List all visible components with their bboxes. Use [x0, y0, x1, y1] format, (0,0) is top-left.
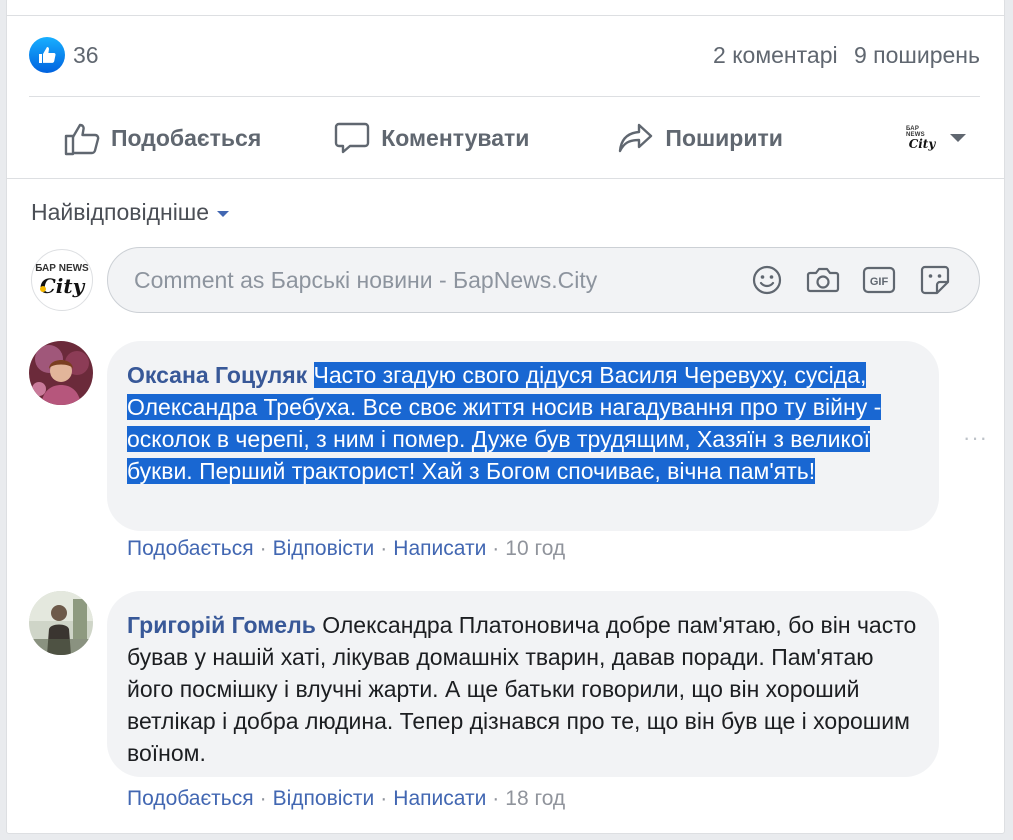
- comment-button[interactable]: Коментувати: [333, 119, 529, 157]
- comment-like-link[interactable]: Подобається: [127, 537, 254, 560]
- comment-actions: Подобається · Відповісти · Написати · 18 год: [127, 787, 566, 810]
- engagement-counts: 2 коментарі 9 поширень: [713, 42, 980, 69]
- comment-message-link[interactable]: Написати: [393, 537, 486, 560]
- comment-like-link[interactable]: Подобається: [127, 787, 254, 810]
- comment-reply-link[interactable]: Відповісти: [273, 787, 375, 810]
- emoji-icon[interactable]: [749, 262, 785, 298]
- comment-sort-dropdown[interactable]: Найвідповідніше: [31, 199, 230, 226]
- divider: [7, 15, 1004, 16]
- share-button[interactable]: Поширити: [617, 119, 783, 157]
- comment-author-link[interactable]: Оксана Гоцуляк: [127, 362, 307, 388]
- page-identity-switcher[interactable]: БАР NEWS City: [906, 122, 966, 154]
- comment-composer: GIF: [107, 247, 980, 313]
- comment: Оксана Гоцуляк Часто згадую свого дідуся…: [29, 341, 987, 573]
- comment-actions: Подобається · Відповісти · Написати · 10 год: [127, 537, 566, 560]
- chevron-down-icon: [950, 134, 966, 142]
- comment-reply-link[interactable]: Відповісти: [273, 537, 375, 560]
- shares-count-link[interactable]: 9 поширень: [854, 42, 980, 68]
- comment-author-link[interactable]: Григорій Гомель: [127, 612, 316, 638]
- comment-timestamp[interactable]: 10 год: [505, 537, 565, 560]
- share-button-label: Поширити: [665, 124, 783, 151]
- comment-timestamp[interactable]: 18 год: [505, 787, 565, 810]
- comment-bubble: Оксана Гоцуляк Часто згадую свого дідуся…: [107, 341, 939, 531]
- comments-count-link[interactable]: 2 коментарі: [713, 42, 838, 68]
- comment-message-link[interactable]: Написати: [393, 787, 486, 810]
- post-card: 36 2 коментарі 9 поширень Подобається Ко…: [6, 0, 1005, 834]
- thumbs-up-outline-icon: [64, 123, 100, 156]
- more-options-icon[interactable]: ···: [963, 425, 988, 451]
- sticker-icon[interactable]: [917, 262, 953, 298]
- divider: [29, 96, 980, 97]
- share-arrow-icon: [619, 123, 653, 153]
- divider: [7, 178, 1004, 179]
- thumbs-up-icon[interactable]: [29, 37, 65, 73]
- comment-bubble: Григорій Гомель Олександра Платоновича д…: [107, 591, 939, 777]
- sort-label: Найвідповідніше: [31, 199, 210, 225]
- avatar[interactable]: [29, 591, 93, 655]
- post-actions: Подобається Коментувати Поширити БАР NEW…: [29, 109, 980, 167]
- camera-icon[interactable]: [805, 262, 841, 298]
- page-logo: БАР NEWS City: [906, 126, 936, 151]
- like-button-label: Подобається: [111, 124, 262, 151]
- page-avatar: БАР NEWS City: [31, 249, 93, 311]
- like-button[interactable]: Подобається: [63, 119, 261, 157]
- comment-button-label: Коментувати: [381, 124, 530, 151]
- comment-input[interactable]: [134, 266, 729, 294]
- svg-text:GIF: GIF: [870, 276, 889, 288]
- chevron-down-icon: [217, 210, 230, 217]
- reactions-summary: 36 2 коментарі 9 поширень: [29, 35, 980, 75]
- reaction-count[interactable]: 36: [73, 42, 99, 69]
- comment: Григорій Гомель Олександра Платоновича д…: [29, 591, 980, 821]
- comment-bubble-icon: [335, 122, 370, 154]
- gif-icon[interactable]: GIF: [861, 262, 897, 298]
- avatar[interactable]: [29, 341, 93, 405]
